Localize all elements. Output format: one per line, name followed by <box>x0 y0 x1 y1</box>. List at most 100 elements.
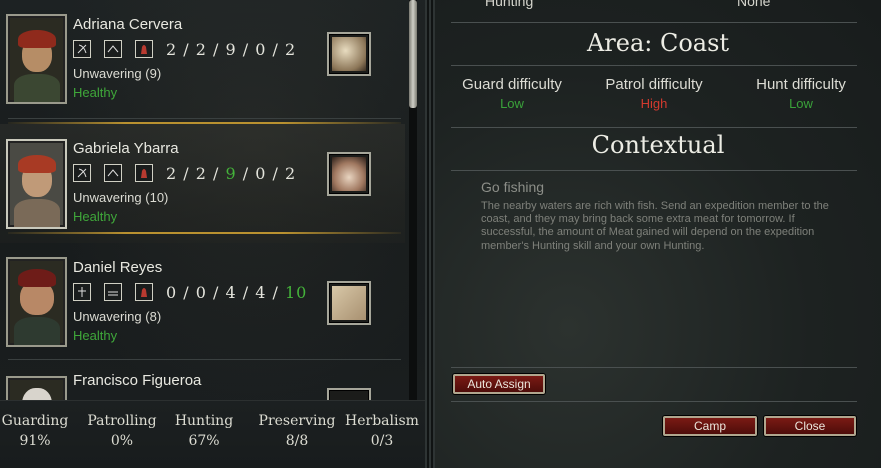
difficulty-value: High <box>640 96 668 111</box>
scroll-item-icon <box>332 286 366 320</box>
fish-item-icon <box>332 157 366 191</box>
skill-stats: 2 / 2 / 9 / 0 / 2 <box>166 164 297 183</box>
area-detail-panel: Hunting None Area: Coast Guard difficult… <box>435 0 881 468</box>
stat-value: 2 <box>285 164 297 183</box>
tent-icon <box>104 40 122 58</box>
summary-herbalism: Herbalism 0/3 <box>342 413 422 449</box>
portrait-body <box>14 317 60 345</box>
stat-value: 0 <box>255 164 267 183</box>
divider-line <box>451 367 857 368</box>
auto-assign-button[interactable]: Auto Assign <box>453 374 545 394</box>
difficulty-value: Low <box>500 96 524 111</box>
card-divider <box>8 118 401 119</box>
stat-value: 0 <box>195 283 207 302</box>
trait-label: Unwavering (10) <box>73 190 169 205</box>
summary-patrolling: Patrolling 0% <box>82 413 162 449</box>
stat-value: 4 <box>225 283 237 302</box>
box-item-icon <box>332 37 366 71</box>
roster-card-selected[interactable]: Gabriela Ybarra 2 / 2 / 9 / 0 / 2 Unwave… <box>0 124 405 243</box>
difficulty-label: Guard difficulty <box>462 76 562 93</box>
summary-label: Hunting <box>174 413 234 429</box>
member-name: Adriana Cervera <box>73 16 183 33</box>
hunt-difficulty: Hunt difficulty Low <box>726 76 876 111</box>
stat-value: 0 <box>255 40 267 59</box>
trait-label: Unwavering (8) <box>73 309 162 324</box>
stat-value-highlight: 9 <box>225 164 237 183</box>
stat-value-highlight: 10 <box>285 283 308 302</box>
portrait-hat <box>18 155 56 173</box>
member-name: Daniel Reyes <box>73 259 163 276</box>
contextual-title: Contextual <box>591 131 725 159</box>
skill-stats: 0 / 0 / 4 / 4 / 10 <box>166 283 308 302</box>
bed-icon <box>104 283 122 301</box>
stat-value: 2 <box>166 40 178 59</box>
summary-label: Guarding <box>1 413 69 429</box>
guard-difficulty: Guard difficulty Low <box>437 76 587 111</box>
divider-line <box>451 170 857 171</box>
camp-button[interactable]: Camp <box>663 416 757 436</box>
card-divider <box>8 359 401 360</box>
hood-icon <box>135 40 153 58</box>
bow-icon <box>73 164 91 182</box>
item-slot[interactable] <box>327 152 371 196</box>
summary-hunting: Hunting 67% <box>164 413 244 449</box>
portrait <box>6 14 67 104</box>
panel-divider <box>425 0 435 468</box>
skill-stats: 2 / 2 / 9 / 0 / 2 <box>166 40 297 59</box>
tent-icon <box>104 164 122 182</box>
patrol-difficulty: Patrol difficulty High <box>579 76 729 111</box>
summary-label: Patrolling <box>87 413 157 429</box>
item-slot[interactable] <box>327 281 371 325</box>
portrait-hat <box>18 30 56 48</box>
bow-icon <box>73 40 91 58</box>
portrait-body <box>14 74 60 102</box>
summary-value: 8/8 <box>285 433 309 449</box>
divider-line <box>451 22 857 23</box>
stat-value: 2 <box>195 164 207 183</box>
roster-card[interactable]: Daniel Reyes 0 / 0 / 4 / 4 / 10 Unwaveri… <box>0 243 405 362</box>
difficulty-label: Patrol difficulty <box>605 76 703 93</box>
item-slot[interactable] <box>327 32 371 76</box>
summary-preserving: Preserving 8/8 <box>257 413 337 449</box>
roster-scrollbar-thumb[interactable] <box>409 0 417 108</box>
roster-panel: Adriana Cervera 2 / 2 / 9 / 0 / 2 Unwave… <box>0 0 425 468</box>
health-status: Healthy <box>73 209 118 224</box>
stat-value: 2 <box>166 164 178 183</box>
assignment-row-value: None <box>737 0 771 9</box>
hood-icon <box>135 283 153 301</box>
close-button[interactable]: Close <box>764 416 856 436</box>
summary-label: Preserving <box>258 413 336 429</box>
stat-value: 2 <box>195 40 207 59</box>
hood-icon <box>135 164 153 182</box>
divider-line <box>451 65 857 66</box>
portrait <box>6 257 67 347</box>
portrait <box>6 139 67 229</box>
action-description: The nearby waters are rich with fish. Se… <box>481 200 829 252</box>
summary-value: 0/3 <box>370 433 394 449</box>
stat-value: 2 <box>285 40 297 59</box>
assignment-summary: Guarding 91% Patrolling 0% Hunting 67% P… <box>0 400 425 468</box>
roster-card[interactable]: Adriana Cervera 2 / 2 / 9 / 0 / 2 Unwave… <box>0 0 405 119</box>
assignment-row-label: Hunting <box>485 0 534 9</box>
stat-value: 4 <box>255 283 267 302</box>
divider-line <box>451 401 857 402</box>
cross-icon <box>73 283 91 301</box>
area-title: Area: Coast <box>586 29 730 57</box>
health-status: Healthy <box>73 85 118 100</box>
divider-line <box>451 127 857 128</box>
summary-guarding: Guarding 91% <box>0 413 75 449</box>
summary-label: Herbalism <box>345 413 419 429</box>
stat-value: 0 <box>166 283 178 302</box>
member-name: Francisco Figueroa <box>73 372 202 389</box>
difficulty-label: Hunt difficulty <box>756 76 846 93</box>
stat-value: 9 <box>225 40 237 59</box>
summary-value: 91% <box>19 433 51 449</box>
difficulty-value: Low <box>789 96 813 111</box>
health-status: Healthy <box>73 328 118 343</box>
summary-value: 0% <box>110 433 134 449</box>
action-title[interactable]: Go fishing <box>481 179 544 195</box>
member-name: Gabriela Ybarra <box>73 140 179 157</box>
selection-border-bottom <box>8 232 401 234</box>
trait-label: Unwavering (9) <box>73 66 162 81</box>
portrait-body <box>14 199 60 227</box>
